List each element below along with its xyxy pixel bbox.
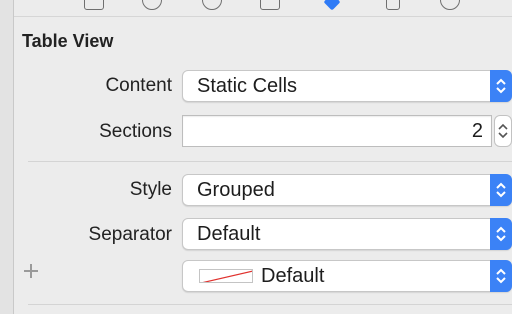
inspector-tab-bar bbox=[14, 0, 512, 17]
sections-value: 2 bbox=[471, 120, 483, 142]
section-title: Table View bbox=[22, 31, 114, 51]
chevron-updown-icon bbox=[490, 174, 512, 206]
separator-label: Separator bbox=[88, 224, 172, 245]
file-inspector-icon[interactable] bbox=[84, 0, 104, 10]
quick-help-icon[interactable] bbox=[142, 0, 162, 10]
swatch-line bbox=[202, 270, 252, 282]
stepper-icon bbox=[498, 123, 508, 139]
identity-inspector-icon[interactable] bbox=[202, 0, 222, 10]
sections-stepper[interactable] bbox=[494, 115, 512, 147]
chevron-updown-icon bbox=[490, 218, 512, 250]
divider bbox=[28, 304, 512, 305]
style-value: Grouped bbox=[197, 179, 275, 201]
plus-icon[interactable] bbox=[24, 264, 38, 278]
content-popup[interactable]: Static Cells bbox=[182, 70, 512, 102]
size-inspector-icon[interactable] bbox=[260, 0, 280, 10]
separator-color-popup[interactable]: Default bbox=[182, 260, 512, 292]
connections-inspector-icon[interactable] bbox=[386, 0, 400, 10]
chevron-updown-icon bbox=[490, 260, 512, 292]
chevron-updown-icon bbox=[490, 70, 512, 102]
color-swatch bbox=[199, 269, 253, 283]
content-label: Content bbox=[105, 75, 172, 96]
content-value: Static Cells bbox=[197, 75, 298, 97]
sidebar-edge bbox=[0, 0, 14, 314]
sections-label: Sections bbox=[99, 121, 172, 142]
style-label: Style bbox=[129, 179, 172, 200]
style-popup[interactable]: Grouped bbox=[182, 174, 512, 206]
separator-color-value: Default bbox=[261, 265, 325, 287]
separator-popup[interactable]: Default bbox=[182, 218, 512, 250]
bindings-inspector-icon[interactable] bbox=[440, 0, 460, 10]
separator-value: Default bbox=[197, 223, 261, 245]
attributes-inspector-icon[interactable] bbox=[323, 0, 341, 11]
divider bbox=[28, 161, 512, 162]
sections-field[interactable]: 2 bbox=[182, 115, 492, 147]
